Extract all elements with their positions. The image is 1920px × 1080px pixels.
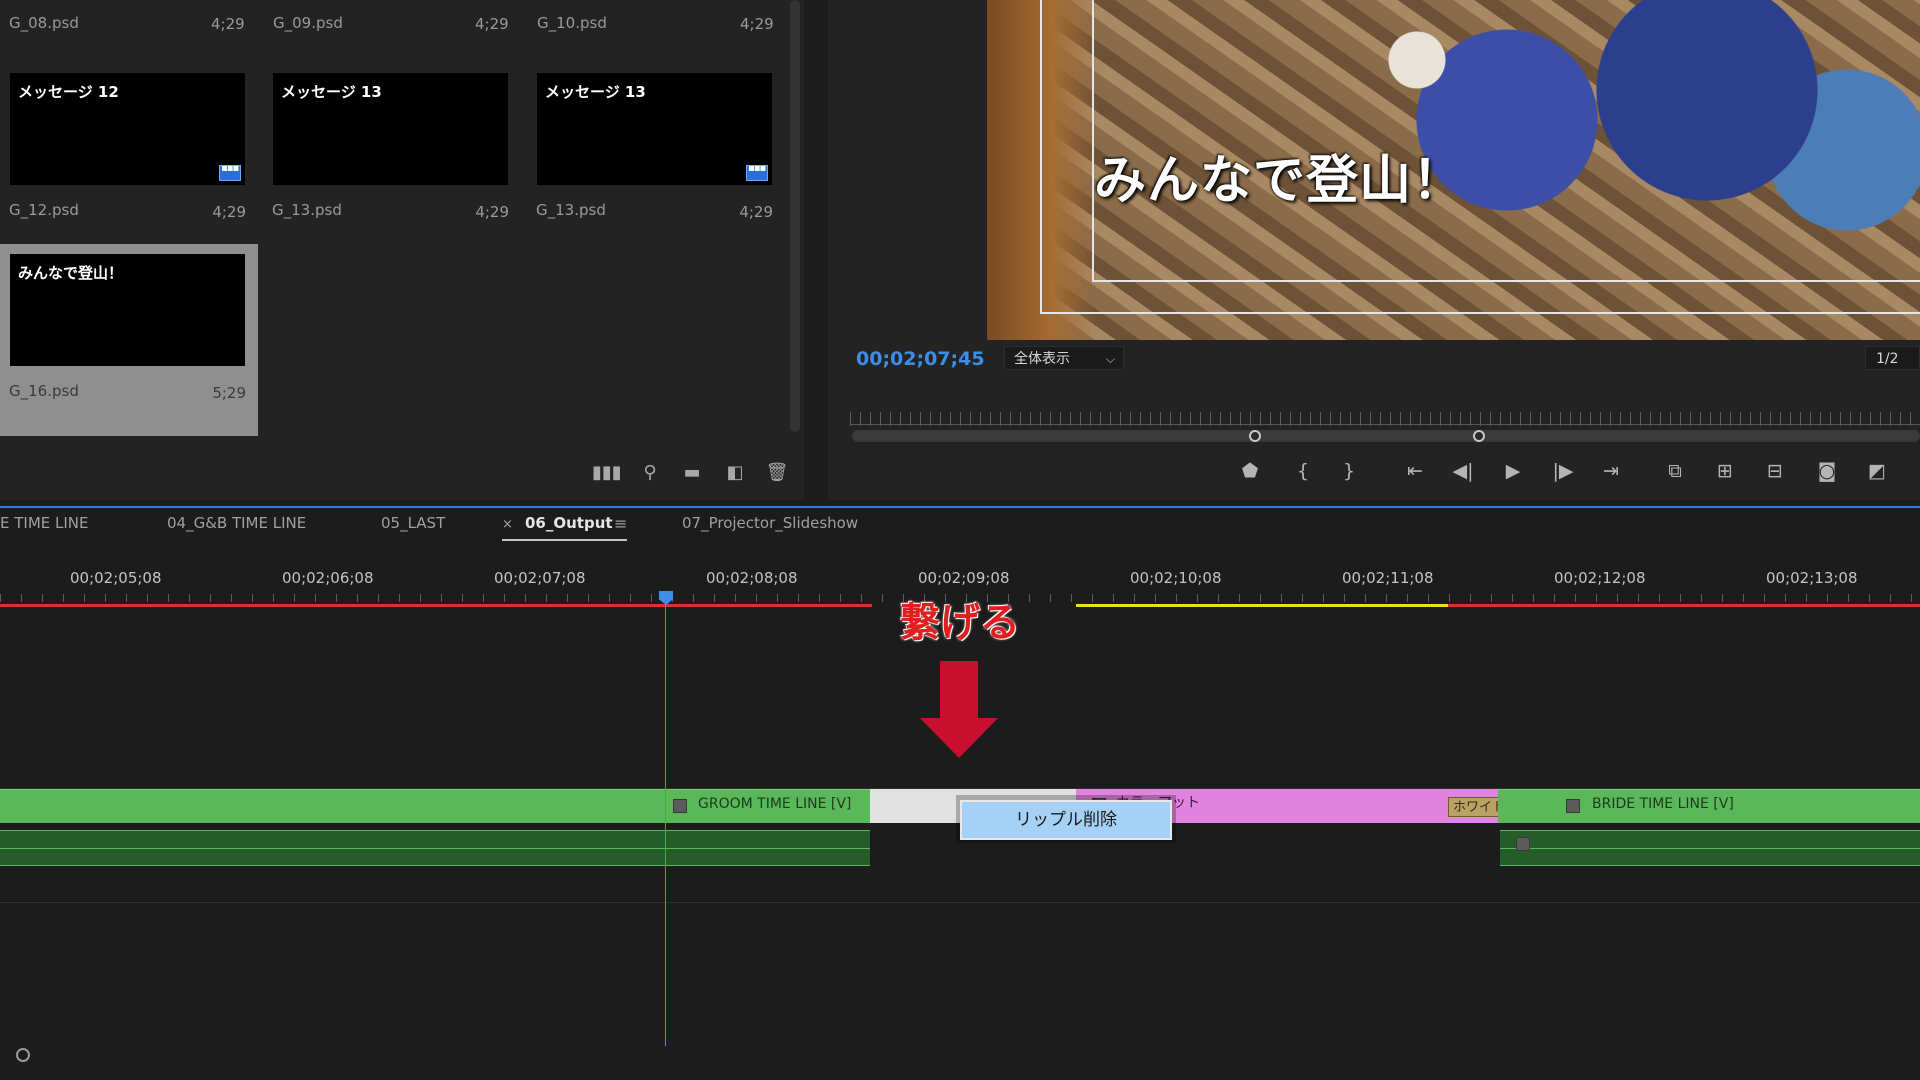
ruler-timecode: 00;02;10;08 [1130, 569, 1222, 587]
timeline-zoom-handle[interactable] [16, 1048, 30, 1062]
annotation-arrow-icon [940, 661, 978, 721]
thumbnail-title: メッセージ 12 [18, 83, 119, 101]
zoom-level-select[interactable]: 全体表示 ⌵ [1004, 346, 1124, 370]
folder-icon[interactable]: ▬ [680, 462, 704, 484]
list-view-icon[interactable]: ▮▮▮ [592, 462, 622, 484]
new-item-icon[interactable]: ◧ [723, 462, 747, 484]
bin-item-duration: 4;29 [740, 15, 774, 33]
zoom-level-value: 全体表示 [1014, 351, 1070, 367]
thumbnail-title: メッセージ 13 [545, 83, 646, 101]
bin-item-duration: 4;29 [475, 15, 509, 33]
fx-icon [1566, 799, 1580, 813]
render-bar-unrendered [0, 604, 872, 607]
video-title-text: みんなで登山！ [1094, 151, 1466, 211]
bin-item[interactable]: メッセージ 13 G_13.psd 4;29 [527, 63, 785, 255]
clip-label: BRIDE TIME LINE [V] [1592, 796, 1734, 812]
camera-icon[interactable]: ◙ [1812, 458, 1842, 484]
bin-scrollbar[interactable] [790, 0, 800, 432]
ruler-timecode: 00;02;09;08 [918, 569, 1010, 587]
bin-item-name: G_12.psd [9, 201, 79, 219]
bin-item-selected[interactable]: みんなで登山！ G_16.psd 5;29 [0, 244, 258, 436]
bin-item-name[interactable]: G_10.psd [537, 14, 607, 32]
audio-clip[interactable] [0, 830, 870, 866]
tab-sequence[interactable]: 04_G&B TIME LINE [167, 514, 306, 532]
active-tab-indicator [502, 539, 627, 541]
tab-sequence-active[interactable]: 06_Output [525, 514, 613, 532]
lift-icon[interactable]: ⧉ [1660, 458, 1690, 484]
insert-icon[interactable]: ⊞ [1710, 458, 1740, 484]
bin-item-thumbnail: メッセージ 12 [10, 73, 245, 185]
track-divider [0, 902, 1920, 903]
video-clip-groom[interactable]: GROOM TIME LINE [V] [0, 789, 870, 823]
step-back-icon[interactable]: ◀| [1448, 458, 1478, 484]
close-icon[interactable]: × [502, 517, 513, 532]
bin-item-duration: 4;29 [212, 203, 246, 221]
ruler-timecode: 00;02;07;08 [494, 569, 586, 587]
tab-sequence[interactable]: 07_Projector_Slideshow [682, 514, 858, 532]
zoom-scroll-start-handle[interactable] [1249, 430, 1261, 442]
bin-item-name: G_13.psd [536, 201, 606, 219]
overwrite-icon[interactable]: ⊟ [1760, 458, 1790, 484]
fx-icon [673, 799, 687, 813]
thumbnail-title: メッセージ 13 [281, 83, 382, 101]
go-to-out-icon[interactable]: ⇥ [1596, 458, 1626, 484]
playhead-line[interactable] [665, 604, 666, 1046]
bin-item-name[interactable]: G_08.psd [9, 14, 79, 32]
ruler-timecode: 00;02;06;08 [282, 569, 374, 587]
playhead-timecode[interactable]: 00;02;07;45 [856, 348, 985, 370]
bin-item-thumbnail: メッセージ 13 [273, 73, 508, 185]
ruler-timecode: 00;02;08;08 [706, 569, 798, 587]
trash-icon[interactable]: 🗑 [765, 462, 789, 484]
ruler-timecode: 00;02;05;08 [70, 569, 162, 587]
play-icon[interactable]: ▶ [1498, 458, 1528, 484]
monitor-zoom-scrollbar[interactable] [852, 430, 1920, 442]
bin-item-duration: 5;29 [212, 384, 246, 402]
ruler-timecode: 00;02;13;08 [1766, 569, 1858, 587]
bin-item-thumbnail: メッセージ 13 [537, 73, 772, 185]
context-menu-ripple-delete[interactable]: リップル削除 [960, 800, 1172, 840]
bin-item-duration: 4;29 [739, 203, 773, 221]
render-bar-partial [1076, 604, 1448, 607]
panel-menu-icon[interactable]: ≡ [614, 514, 627, 533]
chevron-down-icon: ⌵ [1105, 352, 1115, 366]
bin-item-duration: 4;29 [211, 15, 245, 33]
bin-item-name: G_13.psd [272, 201, 342, 219]
playback-resolution-select[interactable]: 1/2 [1865, 346, 1920, 370]
step-forward-icon[interactable]: |▶ [1548, 458, 1578, 484]
multicam-badge-icon [746, 163, 768, 181]
tab-sequence[interactable]: 05_LAST [381, 514, 445, 532]
clip-label: GROOM TIME LINE [V] [698, 796, 852, 812]
go-to-in-icon[interactable]: ⇤ [1400, 458, 1430, 484]
annotation-label: 繋げる [900, 600, 1020, 646]
monitor-ruler-baseline [850, 424, 1920, 425]
fx-icon [1516, 837, 1530, 851]
bin-item-duration: 4;29 [475, 203, 509, 221]
ruler-timecode: 00;02;12;08 [1554, 569, 1646, 587]
tab-sequence[interactable]: E TIME LINE [0, 514, 89, 532]
bin-item-thumbnail: みんなで登山！ [10, 254, 245, 366]
bin-item-name[interactable]: G_09.psd [273, 14, 343, 32]
zoom-scroll-end-handle[interactable] [1473, 430, 1485, 442]
bin-item-name: G_16.psd [9, 382, 79, 400]
multicam-badge-icon [219, 163, 241, 181]
compare-icon[interactable]: ◩ [1862, 458, 1892, 484]
bin-item[interactable]: メッセージ 13 G_13.psd 4;29 [263, 63, 521, 255]
render-bar-unrendered [1448, 604, 1920, 607]
mark-in-icon[interactable]: { [1288, 458, 1318, 484]
mark-out-icon[interactable]: } [1334, 458, 1364, 484]
video-clip-bride[interactable]: BRIDE TIME LINE [V] [1498, 789, 1920, 823]
bin-item[interactable]: メッセージ 12 G_12.psd 4;29 [0, 63, 258, 255]
marker-icon[interactable]: ⬟ [1235, 458, 1265, 484]
thumbnail-title: みんなで登山！ [18, 264, 124, 282]
search-icon[interactable]: ⚲ [638, 462, 662, 484]
ruler-timecode: 00;02;11;08 [1342, 569, 1434, 587]
audio-clip[interactable] [1500, 830, 1920, 866]
